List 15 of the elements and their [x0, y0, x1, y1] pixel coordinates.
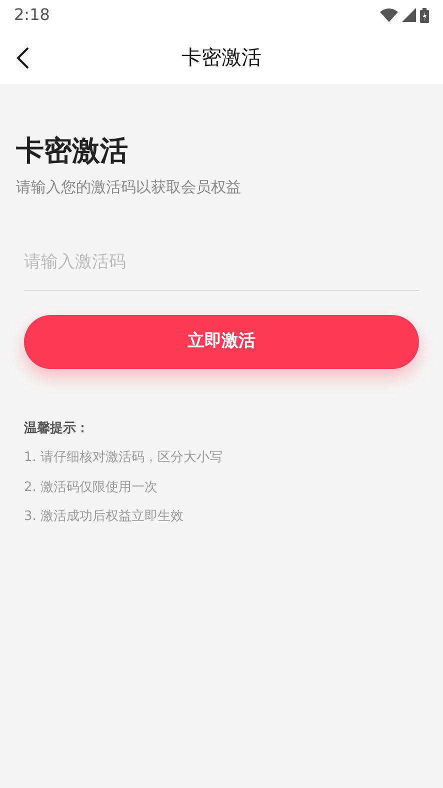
back-icon [16, 46, 30, 70]
status-time: 2:18 [14, 4, 50, 26]
heading: 卡密激活 [16, 134, 129, 168]
back-button[interactable] [16, 45, 30, 70]
battery-icon [420, 8, 429, 22]
tip-text: 1. 请仔细核对激活码，区分大小写 [24, 449, 224, 468]
tip-text: 2. 激活码仅限使用一次 [24, 478, 159, 497]
wifi-icon [380, 8, 398, 22]
activate-button[interactable]: 立即激活 [24, 314, 419, 369]
page-title: 卡密激活 [182, 44, 262, 71]
subtitle: 请输入您的激活码以获取会员权益 [16, 176, 242, 198]
signal-icon [402, 8, 416, 22]
tips-title: 温馨提示： [24, 420, 90, 438]
activation-code-field[interactable]: 请输入激活码 [24, 236, 419, 291]
tip-text: 3. 激活成功后权益立即生效 [24, 508, 185, 526]
